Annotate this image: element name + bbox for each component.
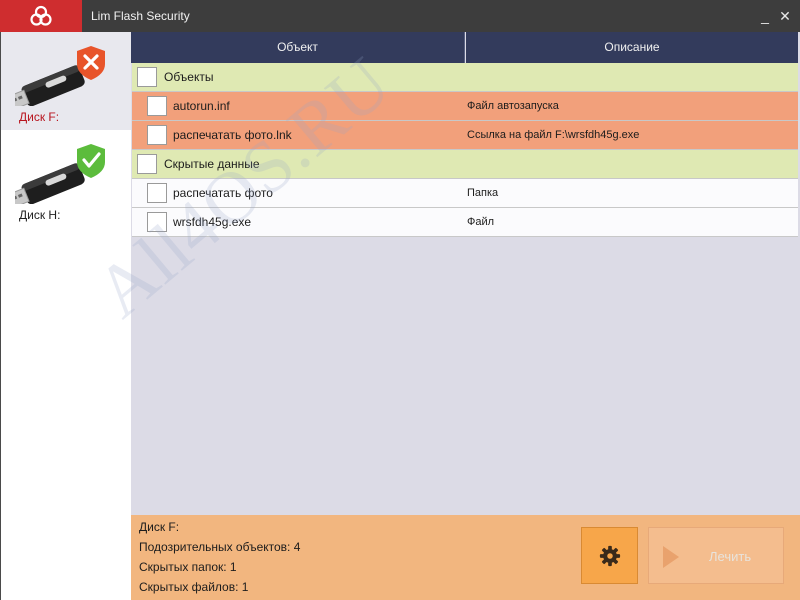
heal-button[interactable]: Лечить [648,527,784,584]
status-drive: Диск F: [139,520,180,534]
object-name: распечатать фото.lnk [173,128,292,142]
status-panel: Диск F: Подозрительных объектов: 4 Скрыт… [131,515,800,600]
gear-icon [599,545,620,566]
object-description: Файл [467,216,495,228]
group-row-hidden-data[interactable]: Скрытые данные [132,150,798,179]
object-description: Ссылка на файл F:\wrsfdh45g.exe [467,129,640,141]
table-row[interactable]: распечатать фото Папка [132,179,798,208]
settings-button[interactable] [581,527,638,584]
table-row[interactable]: autorun.inf Файл автозапуска [132,92,798,121]
status-hidden-files: Скрытых файлов: 1 [139,580,249,594]
group-label: Скрытые данные [164,157,260,171]
row-checkbox[interactable] [147,96,167,116]
drive-label-h: Диск H: [19,208,61,222]
object-name: wrsfdh45g.exe [173,215,252,229]
object-description: Папка [467,187,499,199]
group-checkbox[interactable] [137,67,157,87]
results-list: Объекты autorun.inf Файл автозапуска рас… [132,63,798,237]
object-name: распечатать фото [173,186,273,200]
window-title: Lim Flash Security [91,9,190,23]
scan-results-panel: Объект Описание Объекты autorun.inf Файл… [131,32,800,515]
drive-list: Диск F: Диск H: [0,32,132,600]
usb-drive-infected-icon [15,46,105,106]
drive-item-f[interactable]: Диск F: [1,32,132,130]
minimize-button[interactable]: _ [756,6,774,26]
table-row[interactable]: распечатать фото.lnk Ссылка на файл F:\w… [132,121,798,150]
lim-logo-icon [30,5,52,26]
play-icon [663,546,679,568]
row-checkbox[interactable] [147,183,167,203]
row-checkbox[interactable] [147,125,167,145]
column-header-description[interactable]: Описание [466,32,798,63]
close-button[interactable]: ✕ [776,6,794,26]
usb-drive-clean-icon [15,144,105,204]
title-bar: Lim Flash Security _ ✕ [0,0,800,32]
group-label: Объекты [164,70,214,84]
status-hidden-folders: Скрытых папок: 1 [139,560,237,574]
object-name: autorun.inf [173,99,230,113]
column-header-object[interactable]: Объект [131,32,465,63]
app-logo [0,0,82,32]
group-checkbox[interactable] [137,154,157,174]
table-row[interactable]: wrsfdh45g.exe Файл [132,208,798,237]
object-description: Файл автозапуска [467,100,559,112]
row-checkbox[interactable] [147,212,167,232]
group-row-objects[interactable]: Объекты [132,63,798,92]
status-suspicious-count: Подозрительных объектов: 4 [139,540,301,554]
heal-button-label: Лечить [709,549,752,564]
drive-label-f: Диск F: [19,110,60,124]
drive-item-h[interactable]: Диск H: [1,130,132,228]
